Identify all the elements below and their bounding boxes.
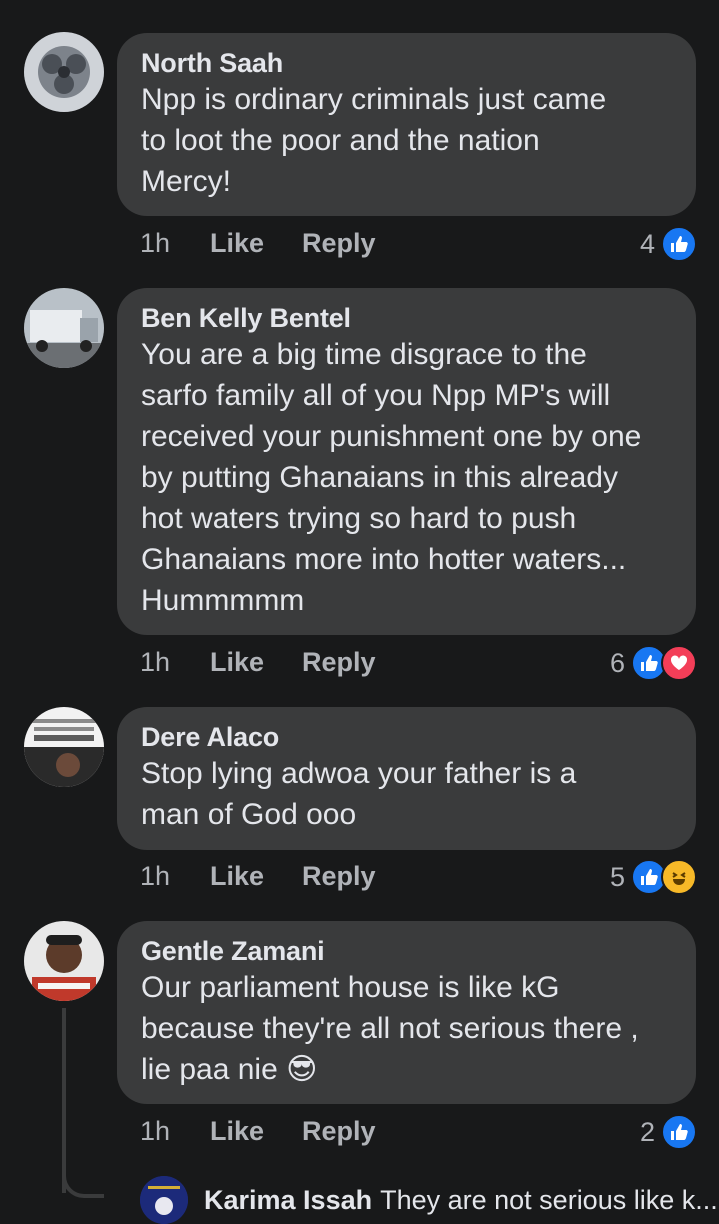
reaction-count: 4: [639, 228, 655, 259]
comment-bubble: Dere Alaco Stop lying adwoa your father …: [117, 707, 696, 850]
reply-preview[interactable]: Karima Issah They are not serious like k…: [140, 1176, 718, 1224]
reaction-summary[interactable]: 6: [610, 645, 697, 681]
comment-author[interactable]: Ben Kelly Bentel: [141, 302, 672, 334]
laughing-face-icon: [661, 859, 697, 895]
reply-author[interactable]: Karima Issah: [204, 1185, 372, 1216]
comment-timestamp[interactable]: 1h: [140, 1116, 210, 1147]
comment-text: Stop lying adwoa your father is a man of…: [141, 757, 577, 831]
reply-thread-connector: [62, 1168, 104, 1198]
like-button[interactable]: Like: [210, 647, 302, 678]
reaction-count: 6: [609, 647, 625, 678]
reaction-count: 2: [639, 1116, 655, 1147]
avatar[interactable]: [24, 288, 104, 368]
avatar[interactable]: [140, 1176, 188, 1224]
comment-bubble: North Saah Npp is ordinary criminals jus…: [117, 33, 696, 216]
thumbs-up-icon: [661, 1114, 697, 1150]
reply-text: They are not serious like k...: [380, 1184, 718, 1215]
avatar[interactable]: [24, 32, 104, 112]
reaction-summary[interactable]: 2: [640, 1114, 697, 1150]
avatar[interactable]: [24, 707, 104, 787]
comment-timestamp[interactable]: 1h: [140, 861, 210, 892]
comment-actions: 1h Like Reply: [140, 861, 376, 892]
reaction-summary[interactable]: 5: [610, 859, 697, 895]
cropped-text-fragment: ˈ: [330, 0, 370, 11]
reply-button[interactable]: Reply: [302, 861, 376, 892]
like-button[interactable]: Like: [210, 228, 302, 259]
comment-bubble: Gentle Zamani Our parliament house is li…: [117, 921, 696, 1104]
comment-text: Our parliament house is like kG because …: [141, 971, 639, 1086]
comment-author[interactable]: Gentle Zamani: [141, 935, 672, 967]
reply-thread-line: [62, 1008, 66, 1193]
reply-button[interactable]: Reply: [302, 647, 376, 678]
comment-actions: 1h Like Reply: [140, 647, 376, 678]
reply-button[interactable]: Reply: [302, 1116, 376, 1147]
avatar[interactable]: [24, 921, 104, 1001]
comment-timestamp[interactable]: 1h: [140, 228, 210, 259]
reply-button[interactable]: Reply: [302, 228, 376, 259]
thumbs-up-icon: [661, 226, 697, 262]
comment-text: Npp is ordinary criminals just came to l…: [141, 83, 607, 198]
comment-actions: 1h Like Reply: [140, 1116, 376, 1147]
comment-timestamp[interactable]: 1h: [140, 647, 210, 678]
comment-bubble: Ben Kelly Bentel You are a big time disg…: [117, 288, 696, 635]
comment-author[interactable]: Dere Alaco: [141, 721, 672, 753]
comment-text: You are a big time disgrace to the sarfo…: [141, 338, 642, 617]
heart-icon: [661, 645, 697, 681]
reaction-count: 5: [609, 861, 625, 892]
comment-author[interactable]: North Saah: [141, 47, 672, 79]
comment-actions: 1h Like Reply: [140, 228, 376, 259]
like-button[interactable]: Like: [210, 1116, 302, 1147]
like-button[interactable]: Like: [210, 861, 302, 892]
reaction-summary[interactable]: 4: [640, 226, 697, 262]
